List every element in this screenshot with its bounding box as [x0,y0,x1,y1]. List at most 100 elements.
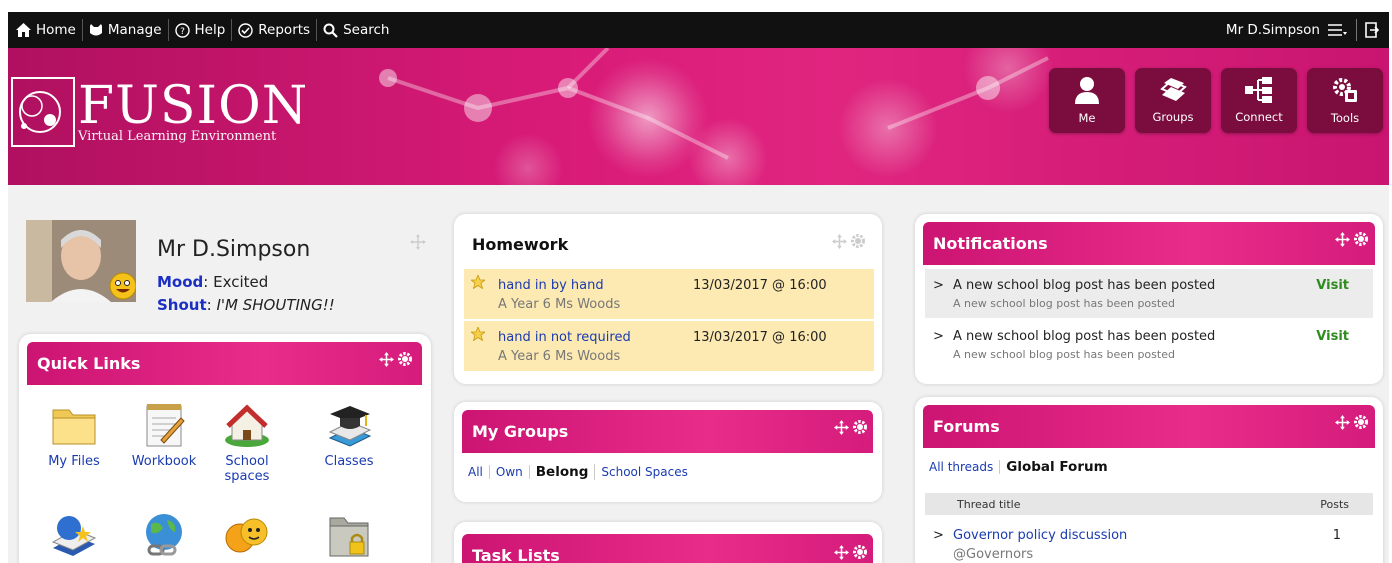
notifications-header: Notifications [923,222,1375,265]
quick-links-card: Quick Links My Files Workbook School spa… [19,334,431,563]
emoji-faces-icon [225,518,268,553]
nav-home[interactable]: Home [8,19,83,41]
col-posts: Posts [1320,498,1349,511]
quick-links-title: Quick Links [37,354,141,373]
star-icon[interactable] [471,275,485,289]
task-lists-card: Task Lists [454,522,882,563]
tile-groups[interactable]: Groups [1135,68,1211,133]
move-icon[interactable] [1335,414,1350,430]
tab-own[interactable]: Own [490,465,530,479]
homework-item-due: 13/03/2017 @ 16:00 [693,330,827,345]
nav-manage-label: Manage [107,22,162,38]
chevron-right-icon: > [933,329,944,344]
gear-tools-icon [1333,78,1357,102]
settings-gear-icon[interactable] [850,233,866,249]
tile-connect-label: Connect [1235,110,1283,124]
move-icon[interactable] [834,544,849,560]
profile-photo[interactable] [26,220,137,302]
table-row[interactable]: > Governor policy discussion @Governors … [925,519,1373,563]
homework-item-title[interactable]: hand in not required [498,330,631,345]
top-nav-bar: Home Manage ? Help Reports Search Mr D.S… [8,12,1389,48]
logout-icon[interactable] [1365,22,1379,38]
tab-global-forum[interactable]: Global Forum [1000,459,1113,475]
quick-link-label: Classes [324,454,374,469]
quick-link-my-files[interactable]: My Files [34,400,114,469]
mood-value: Excited [213,273,269,291]
notifications-card: Notifications > A new school blog post h… [915,214,1383,384]
reports-icon [238,22,253,38]
search-icon [323,23,338,38]
move-icon[interactable] [379,351,394,367]
nav-reports[interactable]: Reports [232,19,318,41]
homework-item[interactable]: hand in not required A Year 6 Ms Woods 1… [464,321,874,371]
profile-shout: Shout: I'M SHOUTING!! [157,296,335,314]
tile-groups-label: Groups [1152,110,1194,124]
homework-item[interactable]: hand in by hand A Year 6 Ms Woods 13/03/… [464,269,874,319]
menu-icon[interactable] [1328,23,1348,37]
notification-item[interactable]: > A new school blog post has been posted… [925,320,1373,369]
user-icon [1075,77,1099,104]
quick-link-8[interactable] [309,510,389,563]
profile-name: Mr D.Simpson [157,237,311,262]
profile-panel: Mr D.Simpson Mood: Excited Shout: I'M SH… [26,220,436,315]
task-lists-header: Task Lists [462,534,873,563]
star-icon[interactable] [471,327,485,341]
tab-belong[interactable]: Belong [530,464,596,480]
settings-gear-icon[interactable] [397,351,413,367]
notepad-icon [146,404,185,447]
homework-card: Homework hand in by hand A Year 6 Ms Woo… [454,214,882,384]
quick-link-7[interactable] [212,510,282,563]
school-house-icon [225,404,269,447]
nav-search[interactable]: Search [317,19,395,41]
manage-icon [89,24,102,36]
app-frame: Home Manage ? Help Reports Search Mr D.S… [8,12,1389,563]
move-icon[interactable] [832,233,847,249]
move-icon[interactable] [1335,231,1350,247]
thread-title-link[interactable]: Governor policy discussion [953,528,1127,543]
my-groups-title: My Groups [472,422,569,441]
homework-item-due: 13/03/2017 @ 16:00 [693,278,827,293]
notification-item[interactable]: > A new school blog post has been posted… [925,269,1373,318]
quick-link-classes[interactable]: Classes [309,400,389,469]
home-icon [16,23,31,37]
nav-search-label: Search [343,22,390,38]
tile-me[interactable]: Me [1049,68,1125,133]
locked-folder-icon [329,517,369,557]
forums-table-header: Thread title Posts [925,493,1373,515]
tab-all-threads[interactable]: All threads [923,460,1001,474]
app-tiles: Me Groups Connect Tools [1049,68,1383,133]
notification-title: A new school blog post has been posted [953,278,1216,293]
tile-connect[interactable]: Connect [1221,68,1297,133]
settings-gear-icon[interactable] [852,544,868,560]
books-icon [1160,78,1187,101]
tab-school-spaces[interactable]: School Spaces [595,465,693,479]
profile-mood: Mood: Excited [157,273,268,291]
my-groups-tabs: All Own Belong School Spaces [462,464,694,480]
forums-header: Forums [923,405,1375,448]
quick-link-school-spaces[interactable]: School spaces [212,400,282,484]
colon: : [203,273,214,291]
settings-gear-icon[interactable] [852,419,868,435]
tile-tools[interactable]: Tools [1307,68,1383,133]
move-icon[interactable] [834,419,849,435]
mood-label: Mood [157,273,204,291]
visit-link[interactable]: Visit [1316,329,1349,344]
notifications-title: Notifications [933,234,1048,253]
quick-link-label: Workbook [131,454,197,469]
tab-all[interactable]: All [462,465,490,479]
user-name-menu[interactable]: Mr D.Simpson [1226,22,1320,38]
quick-link-5[interactable] [34,510,114,563]
nav-help[interactable]: ? Help [169,19,233,41]
settings-gear-icon[interactable] [1353,231,1369,247]
tile-me-label: Me [1078,111,1096,125]
my-groups-card: My Groups All Own Belong School Spaces [454,402,882,502]
settings-gear-icon[interactable] [1353,414,1369,430]
visit-link[interactable]: Visit [1316,278,1349,293]
quick-link-workbook[interactable]: Workbook [124,400,204,469]
graduation-cap-icon [328,406,372,447]
homework-item-title[interactable]: hand in by hand [498,278,604,293]
nav-manage[interactable]: Manage [83,19,169,41]
quick-link-6[interactable] [124,510,204,563]
drag-handle-icon[interactable] [410,234,426,250]
fusion-logo[interactable]: FUSION Virtual Learning Environment [10,76,308,148]
